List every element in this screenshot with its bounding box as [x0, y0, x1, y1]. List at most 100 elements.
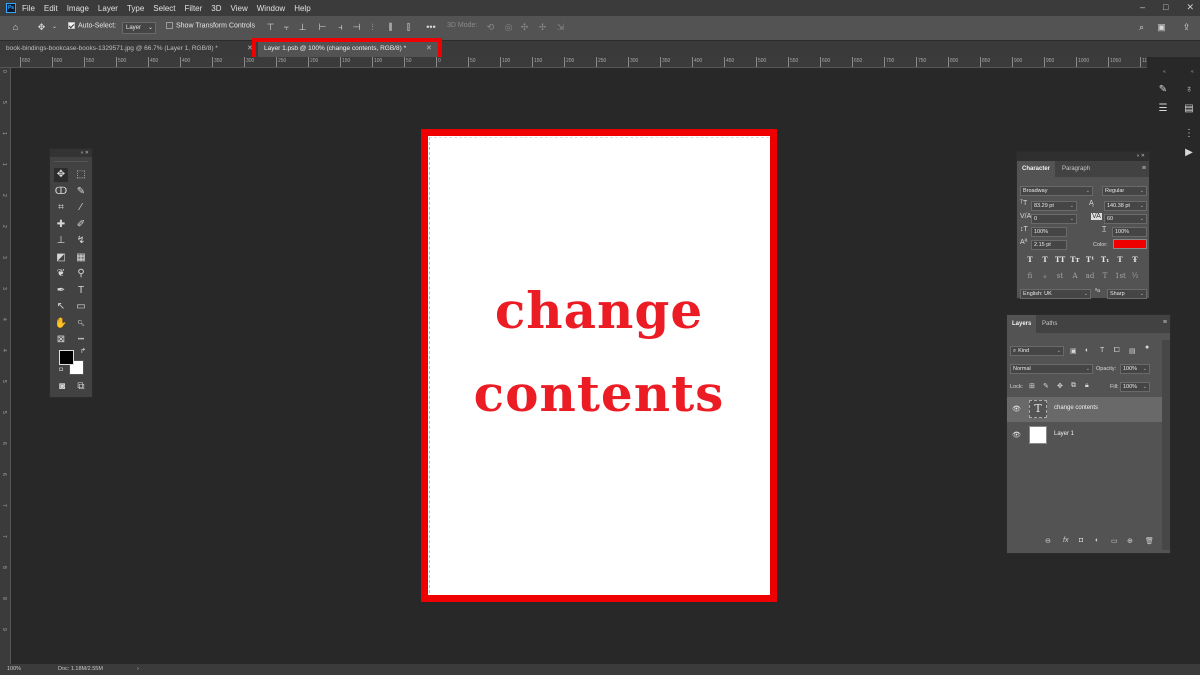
eyedropper-icon[interactable]: ⁄: [74, 201, 88, 215]
quick-select-icon[interactable]: ✎: [74, 185, 88, 199]
adjustment-layer-icon[interactable]: ◐: [1095, 537, 1099, 544]
filter-pixel-icon[interactable]: ▣: [1070, 347, 1077, 355]
screen-mode-icon[interactable]: ⧉: [74, 380, 88, 394]
healing-brush-icon[interactable]: ✚: [54, 218, 68, 232]
libraries-icon[interactable]: ▤: [1182, 102, 1196, 116]
auto-select-target-dropdown[interactable]: Layer ⌄: [122, 22, 156, 34]
opentype-button[interactable]: ad: [1085, 271, 1095, 281]
vertical-scale-field[interactable]: 100%: [1031, 227, 1067, 237]
menu-select[interactable]: Select: [153, 4, 175, 13]
marquee-icon[interactable]: ⬚: [74, 168, 88, 182]
lasso-icon[interactable]: ↀ: [54, 185, 68, 199]
3d-scale-icon[interactable]: ⇲: [556, 23, 565, 32]
crop-icon[interactable]: ⌗: [54, 201, 68, 215]
more-tools-icon[interactable]: •••: [74, 333, 88, 347]
opentype-button[interactable]: st: [1055, 271, 1065, 281]
add-mask-icon[interactable]: ◘: [1079, 537, 1083, 544]
eye-icon[interactable]: 👁︎: [1012, 405, 1021, 413]
play-icon[interactable]: ▶: [1182, 146, 1196, 160]
auto-select-checkbox-wrap[interactable]: Auto-Select:: [68, 22, 116, 29]
opacity-field[interactable]: 100% ⌄: [1120, 364, 1150, 374]
document-canvas[interactable]: change contents: [421, 129, 777, 602]
align-right-icon[interactable]: ⊣: [352, 23, 361, 32]
menu-edit[interactable]: Edit: [44, 4, 58, 13]
chevron-right-icon[interactable]: ›: [137, 664, 139, 675]
type-style-button[interactable]: T: [1040, 255, 1050, 265]
distribute-v-icon[interactable]: ⫿: [404, 23, 413, 32]
blur-icon[interactable]: ❦: [54, 267, 68, 281]
new-group-icon[interactable]: ▭: [1111, 537, 1118, 545]
lock-transparent-icon[interactable]: ⊞: [1029, 382, 1035, 390]
frame-icon[interactable]: ⊠: [54, 333, 68, 347]
swap-colors-icon[interactable]: ↱: [76, 345, 90, 359]
menu-layer[interactable]: Layer: [98, 4, 118, 13]
fill-field[interactable]: 100% ⌄: [1120, 382, 1150, 392]
font-style-dropdown[interactable]: Regular ⌄: [1102, 186, 1147, 196]
type-style-button[interactable]: T₁: [1100, 255, 1110, 265]
panel-menu-icon[interactable]: ≡: [1163, 319, 1167, 326]
type-style-button[interactable]: TT: [1055, 255, 1065, 265]
blend-mode-dropdown[interactable]: Normal ⌄: [1010, 364, 1093, 374]
eraser-icon[interactable]: ◩: [54, 251, 68, 265]
move-icon[interactable]: ✥: [54, 168, 68, 182]
type-style-button[interactable]: T¹: [1085, 255, 1095, 265]
distribute-h-icon[interactable]: ⫼: [386, 23, 395, 32]
lock-position-icon[interactable]: ✥: [1057, 382, 1063, 390]
canvas-text-line1[interactable]: change: [428, 281, 770, 340]
tab-paragraph[interactable]: Paragraph: [1057, 161, 1095, 177]
menu-window[interactable]: Window: [257, 4, 285, 13]
text-color-swatch[interactable]: [1113, 239, 1147, 249]
lock-pixels-icon[interactable]: ✎: [1043, 382, 1049, 390]
distribute-icon[interactable]: ⫶: [368, 23, 377, 32]
zoom-level[interactable]: 100%: [7, 664, 21, 675]
menu-view[interactable]: View: [231, 4, 248, 13]
opentype-button[interactable]: A: [1070, 271, 1080, 281]
align-top-icon[interactable]: ⊤: [266, 23, 275, 32]
opentype-button[interactable]: fi: [1025, 271, 1035, 281]
font-size-field[interactable]: 83.29 pt ⌄: [1031, 201, 1077, 211]
zoom-icon[interactable]: 🔍︎: [74, 317, 88, 331]
canvas-text-line2[interactable]: contents: [428, 364, 770, 423]
panel-menu-icon[interactable]: ≡: [1142, 165, 1146, 172]
language-dropdown[interactable]: English: UK ⌄: [1020, 289, 1091, 299]
type-style-button[interactable]: T: [1115, 255, 1125, 265]
link-layers-icon[interactable]: ⊖: [1045, 537, 1051, 545]
type-style-button[interactable]: Ŧ: [1130, 255, 1140, 265]
align-bottom-icon[interactable]: ⊥: [298, 23, 307, 32]
lock-artboard-icon[interactable]: ⧉: [1071, 382, 1076, 390]
workspace-icon[interactable]: ▣: [1157, 23, 1166, 32]
baseline-shift-field[interactable]: 2.15 pt: [1031, 240, 1067, 250]
tab-book-bindings[interactable]: book-bindings-bookcase-books-1329571.jpg…: [0, 41, 255, 57]
layer-row-change-contents[interactable]: 👁︎ T change contents: [1007, 397, 1163, 422]
quick-mask-icon[interactable]: ◙: [55, 380, 69, 394]
align-vcenter-icon[interactable]: ⫟: [282, 23, 291, 32]
show-transform-checkbox[interactable]: [166, 22, 173, 29]
fx-icon[interactable]: fx: [1063, 537, 1068, 544]
menu-3d[interactable]: 3D: [211, 4, 221, 13]
3d-roll-icon[interactable]: ◎: [504, 23, 513, 32]
filter-type-icon[interactable]: T: [1100, 347, 1104, 354]
3d-rotate-icon[interactable]: ⟲: [486, 23, 495, 32]
align-left-icon[interactable]: ⊢: [318, 23, 327, 32]
opentype-button[interactable]: T: [1100, 271, 1110, 281]
hand-icon[interactable]: ✋: [54, 317, 68, 331]
filter-smart-object-icon[interactable]: ▤: [1129, 347, 1136, 355]
strip-collapse-icon-2[interactable]: «: [1191, 69, 1194, 75]
type-style-button[interactable]: T: [1025, 255, 1035, 265]
3d-slide-icon[interactable]: ✢: [538, 23, 547, 32]
tab-character[interactable]: Character: [1017, 161, 1056, 177]
trash-icon[interactable]: 🗑︎: [1145, 537, 1154, 545]
default-colors-icon[interactable]: ◘: [54, 363, 68, 377]
filter-toggle-icon[interactable]: ●: [1145, 344, 1149, 351]
dodge-icon[interactable]: ⚲: [74, 267, 88, 281]
properties-icon[interactable]: ⋮: [1182, 127, 1196, 141]
minimize-icon[interactable]: –: [1140, 2, 1145, 13]
move-tool-icon[interactable]: ✥: [37, 23, 46, 32]
kerning-field[interactable]: 0 ⌄: [1031, 214, 1077, 224]
filter-shape-icon[interactable]: ⧠: [1114, 347, 1120, 355]
tab-layers[interactable]: Layers: [1007, 315, 1037, 333]
lock-all-icon[interactable]: 🔒︎: [1085, 382, 1089, 390]
align-hcenter-icon[interactable]: ⫞: [336, 23, 345, 32]
new-layer-icon[interactable]: ⊕: [1127, 537, 1133, 545]
menu-filter[interactable]: Filter: [185, 4, 203, 13]
